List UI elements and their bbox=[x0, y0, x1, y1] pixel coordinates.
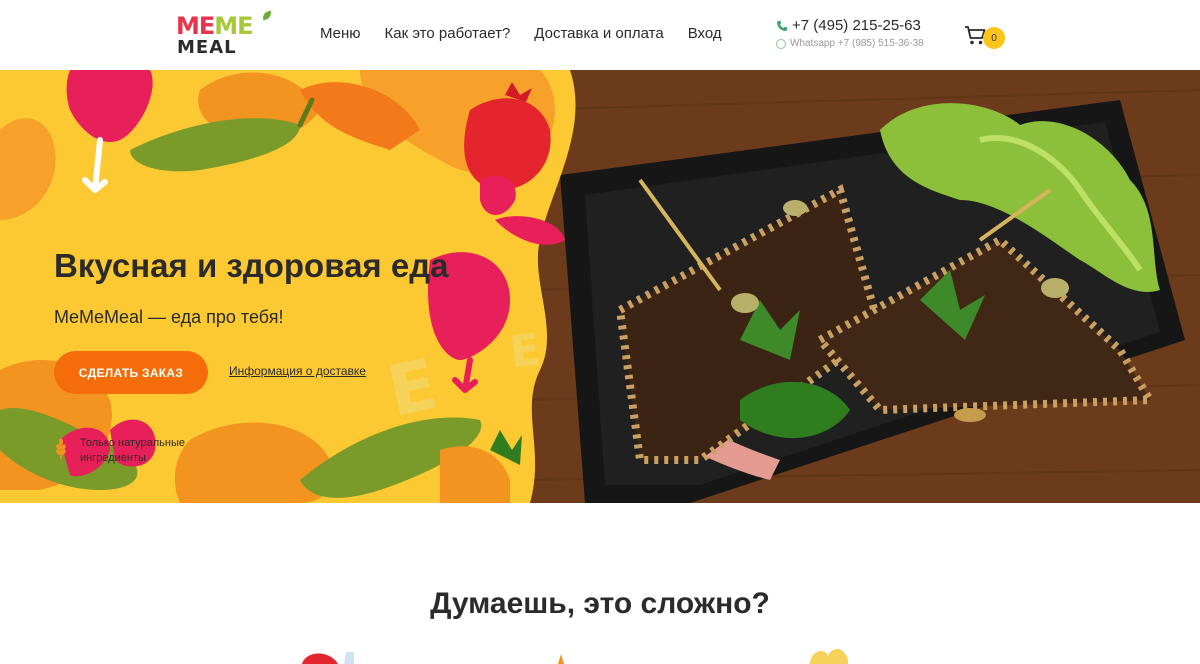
logo[interactable]: MEME MEAL bbox=[176, 10, 276, 60]
phone-icon bbox=[777, 21, 787, 31]
nav-menu[interactable]: Меню bbox=[320, 24, 361, 44]
nav-login[interactable]: Вход bbox=[688, 24, 722, 44]
order-button[interactable]: СДЕЛАТЬ ЗАКАЗ bbox=[54, 351, 208, 394]
main-nav: Меню Как это работает? Доставка и оплата… bbox=[320, 24, 722, 44]
sprig-decoration bbox=[558, 654, 564, 664]
leaf-icon bbox=[261, 10, 273, 21]
site-header: MEME MEAL Меню Как это работает? Доставк… bbox=[0, 0, 1200, 70]
phone-number[interactable]: +7 (495) 215-25-63 bbox=[792, 16, 921, 36]
cart-button[interactable]: 0 bbox=[964, 22, 1008, 52]
hero-banner: E E Вкусная и здоровая еда MeMeMeal — ед… bbox=[0, 70, 1200, 503]
tomato-decoration bbox=[302, 653, 338, 664]
cup-decoration bbox=[344, 652, 354, 664]
contact-block: +7 (495) 215-25-63 Whatsapp +7 (985) 515… bbox=[776, 16, 926, 50]
natural-ingredients-feature: Только натуральные ингредиенты bbox=[54, 436, 210, 466]
delivery-info-link[interactable]: Информация о доставке bbox=[229, 364, 366, 378]
section-title: Думаешь, это сложно? bbox=[430, 587, 770, 620]
logo-bottom: MEAL bbox=[177, 37, 237, 58]
whatsapp-icon bbox=[776, 39, 786, 49]
whatsapp-row[interactable]: Whatsapp +7 (985) 515-36-38 bbox=[776, 38, 926, 50]
hero-title: Вкусная и здоровая еда bbox=[54, 247, 449, 284]
whatsapp-number[interactable]: Whatsapp +7 (985) 515-36-38 bbox=[790, 38, 924, 50]
nav-delivery-payment[interactable]: Доставка и оплата bbox=[534, 24, 663, 44]
leaf-decoration bbox=[810, 648, 848, 664]
natural-ingredients-text: Только натуральные ингредиенты bbox=[80, 437, 185, 464]
hero-subtitle: MeMeMeal — еда про тебя! bbox=[54, 307, 284, 327]
nav-how-it-works[interactable]: Как это работает? bbox=[385, 24, 511, 44]
cart-count-badge: 0 bbox=[983, 27, 1005, 49]
wheat-icon bbox=[56, 438, 66, 459]
logo-top: MEME bbox=[176, 12, 254, 40]
phone-row[interactable]: +7 (495) 215-25-63 bbox=[776, 16, 926, 36]
